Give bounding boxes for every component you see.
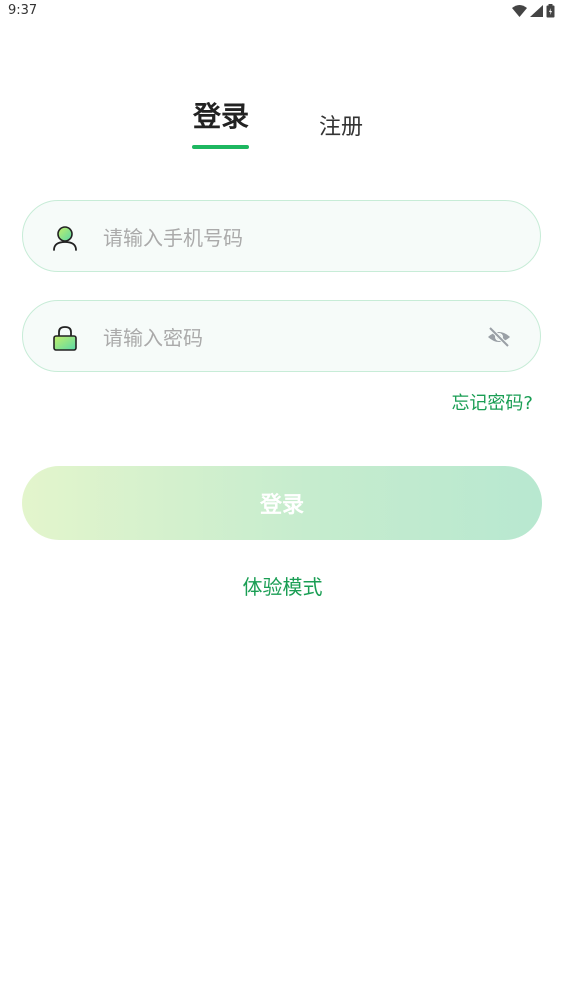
signal-icon xyxy=(530,5,543,17)
login-button[interactable]: 登录 xyxy=(22,466,542,540)
phone-input[interactable] xyxy=(101,215,475,261)
password-input[interactable] xyxy=(101,315,475,361)
status-bar: 9:37 xyxy=(0,0,565,24)
active-tab-indicator xyxy=(192,145,249,149)
forgot-password-link[interactable]: 忘记密码? xyxy=(451,389,533,415)
tab-register[interactable]: 注册 xyxy=(316,109,366,141)
tab-login[interactable]: 登录 xyxy=(192,95,250,135)
status-icons xyxy=(512,4,555,18)
wifi-icon xyxy=(512,5,527,17)
trial-mode-link[interactable]: 体验模式 xyxy=(0,571,565,600)
password-field xyxy=(22,300,541,372)
auth-tabs: 登录 注册 xyxy=(0,95,565,155)
user-icon xyxy=(53,226,77,251)
phone-field xyxy=(22,200,541,272)
lock-icon xyxy=(53,326,77,351)
status-time: 9:37 xyxy=(8,3,38,18)
eye-off-icon[interactable] xyxy=(486,324,512,350)
battery-icon xyxy=(546,4,555,18)
